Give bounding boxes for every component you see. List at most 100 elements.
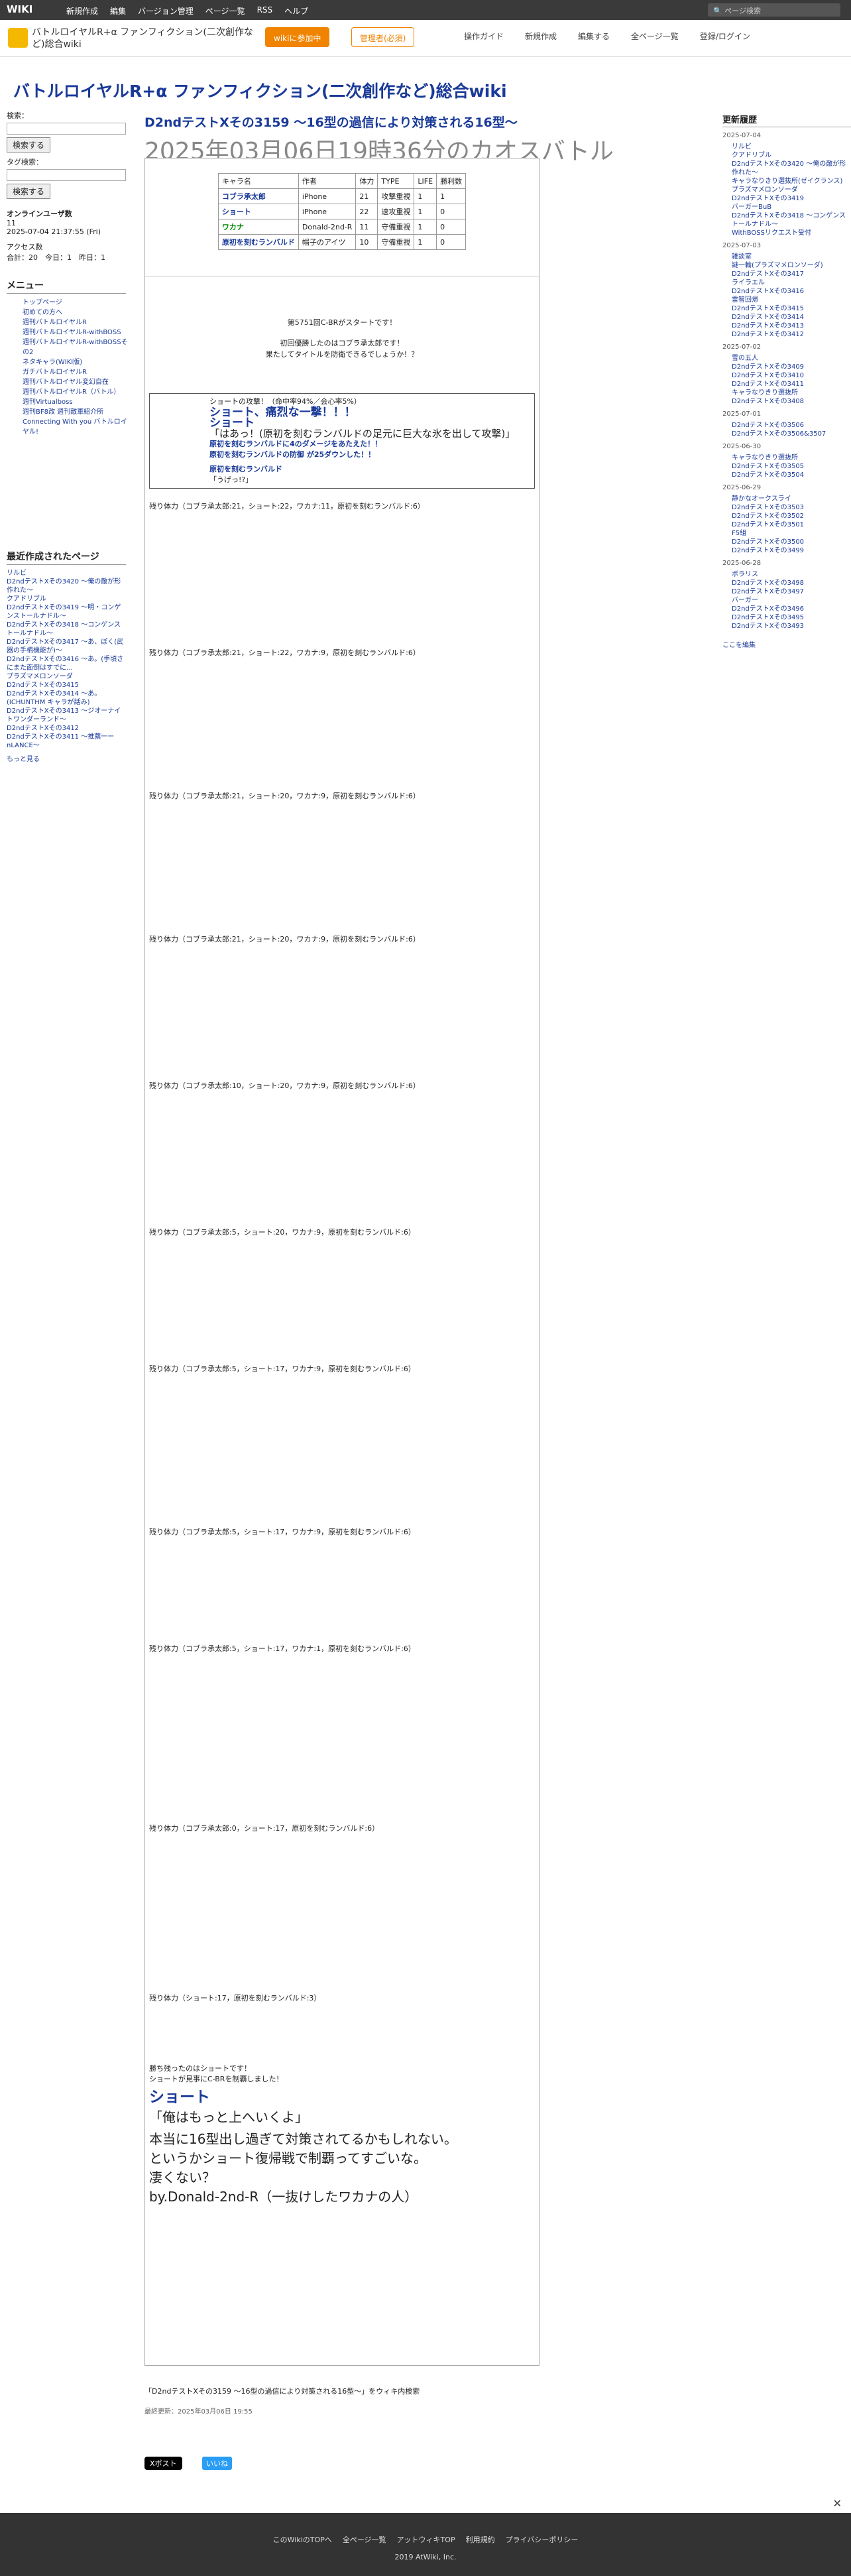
history-item[interactable]: D2ndテストXその3415 [732, 304, 851, 313]
history-item[interactable]: D2ndテストXその3419 [732, 194, 851, 203]
recent-item[interactable]: D2ndテストXその3419 ～明・コンゲンストールナドル～ [7, 603, 126, 621]
history-item[interactable]: D2ndテストXその3411 [732, 380, 851, 389]
history-item[interactable]: D2ndテストXその3409 [732, 363, 851, 371]
history-item[interactable]: 雪の五人 [732, 354, 851, 363]
history-item[interactable]: D2ndテストXその3504 [732, 471, 851, 479]
history-item[interactable]: D2ndテストXその3410 [732, 371, 851, 380]
all-pages-link[interactable]: 全ページ一覧 [631, 31, 679, 42]
menu-item[interactable]: 週刊Virtualboss [23, 399, 73, 406]
footer-link[interactable]: 利用規約 [466, 2534, 495, 2545]
history-item[interactable]: キャラなりきり選抜所(ゼイクランス) [732, 177, 851, 186]
menu-item[interactable]: 週刊バトルロイヤル変幻自在 [23, 379, 109, 386]
menu-item[interactable]: 週刊バトルロイヤルR-withBOSS [23, 329, 121, 336]
search-page-link[interactable]: 「D2ndテストXその3159 ～16型の過信により対策される16型～」をウィキ… [144, 2386, 542, 2396]
history-item[interactable]: D2ndテストXその3495 [732, 613, 851, 622]
history-item[interactable]: 雷智回帰 [732, 296, 851, 304]
menu-item[interactable]: 週刊バトルロイヤルR [23, 319, 87, 326]
cell[interactable]: 原初を刻むランバルド [217, 234, 299, 250]
history-item[interactable]: リルビ [732, 143, 851, 151]
history-item[interactable]: D2ndテストXその3502 [732, 512, 851, 521]
history-item[interactable]: バーガーBuB [732, 203, 851, 212]
recent-item[interactable]: D2ndテストXその3412 [7, 724, 126, 733]
footer-link[interactable]: プライバシーポリシー [506, 2534, 579, 2545]
history-item[interactable]: D2ndテストXその3500 [732, 538, 851, 546]
history-item[interactable]: D2ndテストXその3420 ～俺の敵が形作れた～ [732, 160, 851, 177]
menu-item[interactable]: 初めての方へ [23, 309, 62, 316]
wiki-search-input[interactable] [7, 123, 126, 135]
history-item[interactable]: D2ndテストXその3503 [732, 503, 851, 512]
recent-item[interactable]: D2ndテストXその3418 ～コンゲンストールナドル～ [7, 621, 126, 638]
history-item[interactable]: D2ndテストXその3413 [732, 322, 851, 330]
menu-help[interactable]: ヘルプ [284, 5, 308, 17]
history-item[interactable]: キャラなりきり選抜所 [732, 389, 851, 397]
history-item[interactable]: クアドリブル [732, 151, 851, 160]
history-item[interactable]: ボラリス [732, 570, 851, 579]
login-link[interactable]: 登録/ログイン [700, 31, 750, 42]
menu-edit[interactable]: 編集 [110, 5, 126, 17]
menu-item[interactable]: トップページ [23, 299, 62, 306]
recent-item[interactable]: D2ndテストXその3417 ～あ、ぽく(武器の手柄機能が)～ [7, 638, 126, 655]
history-item[interactable]: D2ndテストXその3498 [732, 579, 851, 587]
history-item[interactable]: バーガー [732, 596, 851, 605]
recent-item[interactable]: D2ndテストXその3414 ～あ。(ICHUNTHM キャラが話み) [7, 690, 126, 707]
history-item[interactable]: D2ndテストXその3417 [732, 270, 851, 278]
footer-link[interactable]: 全ページ一覧 [343, 2534, 386, 2545]
close-icon[interactable]: ✕ [833, 2497, 842, 2510]
tag-search-button[interactable]: 検索する [7, 184, 51, 199]
history-item[interactable]: D2ndテストXその3493 [732, 622, 851, 631]
recent-item[interactable]: D2ndテストXその3411 ～推薦一ーnLANCE～ [7, 733, 126, 750]
wiki-title[interactable]: バトルロイヤルR+α ファンフィクション(二次創作など)総合wiki [13, 78, 507, 102]
footer-link[interactable]: アットウィキTOP [397, 2534, 455, 2545]
history-item[interactable]: F5組 [732, 529, 851, 538]
history-item[interactable]: D2ndテストXその3506 [732, 421, 851, 430]
menu-item[interactable]: ガチバトルロイヤルR [23, 369, 87, 376]
recent-item[interactable]: D2ndテストXその3420 ～俺の敵が形作れた～ [7, 578, 126, 595]
admin-button[interactable]: 管理者(必須) [351, 27, 415, 47]
new-page-link[interactable]: 新規作成 [525, 31, 557, 42]
search-button[interactable]: 検索する [7, 137, 51, 153]
history-item[interactable]: D2ndテストXその3416 [732, 287, 851, 296]
history-item[interactable]: D2ndテストXその3501 [732, 521, 851, 529]
tag-search-input[interactable] [7, 169, 126, 181]
wiki-icon[interactable] [8, 28, 28, 48]
cell[interactable]: ワカナ [217, 219, 299, 235]
menu-item[interactable]: 週刊バトルロイヤルR（バトル） [23, 389, 120, 396]
atwiki-logo[interactable]: WIKI [7, 3, 32, 15]
history-item[interactable]: キャラなりきり選抜所 [732, 454, 851, 462]
site-title[interactable]: バトルロイヤルR+α ファンフィクション(二次創作など)総合wiki [32, 27, 257, 50]
history-item[interactable]: D2ndテストXその3414 [732, 313, 851, 322]
cell[interactable]: コブラ承太郎 [217, 188, 299, 204]
recent-item[interactable]: D2ndテストXその3416 ～あ。(手頃さにまた面倒はすでに... [7, 655, 126, 672]
menu-rss[interactable]: RSS [257, 5, 273, 17]
history-item[interactable]: D2ndテストXその3408 [732, 397, 851, 406]
history-item[interactable]: D2ndテストXその3506&3507 [732, 430, 851, 438]
menu-version[interactable]: バージョン管理 [138, 5, 194, 17]
history-item[interactable]: D2ndテストXその3497 [732, 587, 851, 596]
history-item[interactable]: WithBOSSリクエスト受付 [732, 229, 851, 237]
history-item[interactable]: D2ndテストXその3499 [732, 546, 851, 555]
history-item[interactable]: D2ndテストXその3418 ～コンゲンストールナドル～ [732, 212, 851, 229]
page-search-input[interactable]: 🔍 ページ検索 [708, 3, 840, 17]
history-item[interactable]: D2ndテストXその3496 [732, 605, 851, 613]
history-item[interactable]: D2ndテストXその3505 [732, 462, 851, 471]
menu-item[interactable]: Connecting With you バトルロイヤル! [23, 418, 127, 436]
menu-new[interactable]: 新規作成 [66, 5, 98, 17]
more-link[interactable]: もっと見る [7, 755, 126, 764]
recent-item[interactable]: クアドリブル [7, 595, 126, 603]
history-item[interactable]: D2ndテストXその3412 [732, 330, 851, 339]
guide-link[interactable]: 操作ガイド [464, 31, 504, 42]
history-item[interactable]: ライラエル [732, 278, 851, 287]
history-item[interactable]: 雑談室 [732, 253, 851, 261]
recent-item[interactable]: D2ndテストXその3415 [7, 681, 126, 690]
recent-item[interactable]: プラズマメロンソーダ [7, 672, 126, 681]
menu-item[interactable]: 週刊BF8改 週刊敵軍紹介所 [23, 408, 103, 416]
history-item[interactable]: 謎一輪(プラズマメロンソーダ) [732, 261, 851, 270]
edit-sidebar-link[interactable]: ここを編集 [722, 641, 851, 650]
x-post-button[interactable]: Xポスト [144, 2457, 182, 2470]
history-item[interactable]: プラズマメロンソーダ [732, 186, 851, 194]
menu-item[interactable]: ネタキャラ(WIKI版) [23, 359, 82, 366]
edit-link[interactable]: 編集する [578, 31, 610, 42]
join-wiki-button[interactable]: wikiに参加中 [265, 27, 330, 47]
menu-item[interactable]: 週刊バトルロイヤルR-withBOSSその2 [23, 339, 128, 356]
footer-link[interactable]: このWikiのTOPへ [273, 2534, 332, 2545]
